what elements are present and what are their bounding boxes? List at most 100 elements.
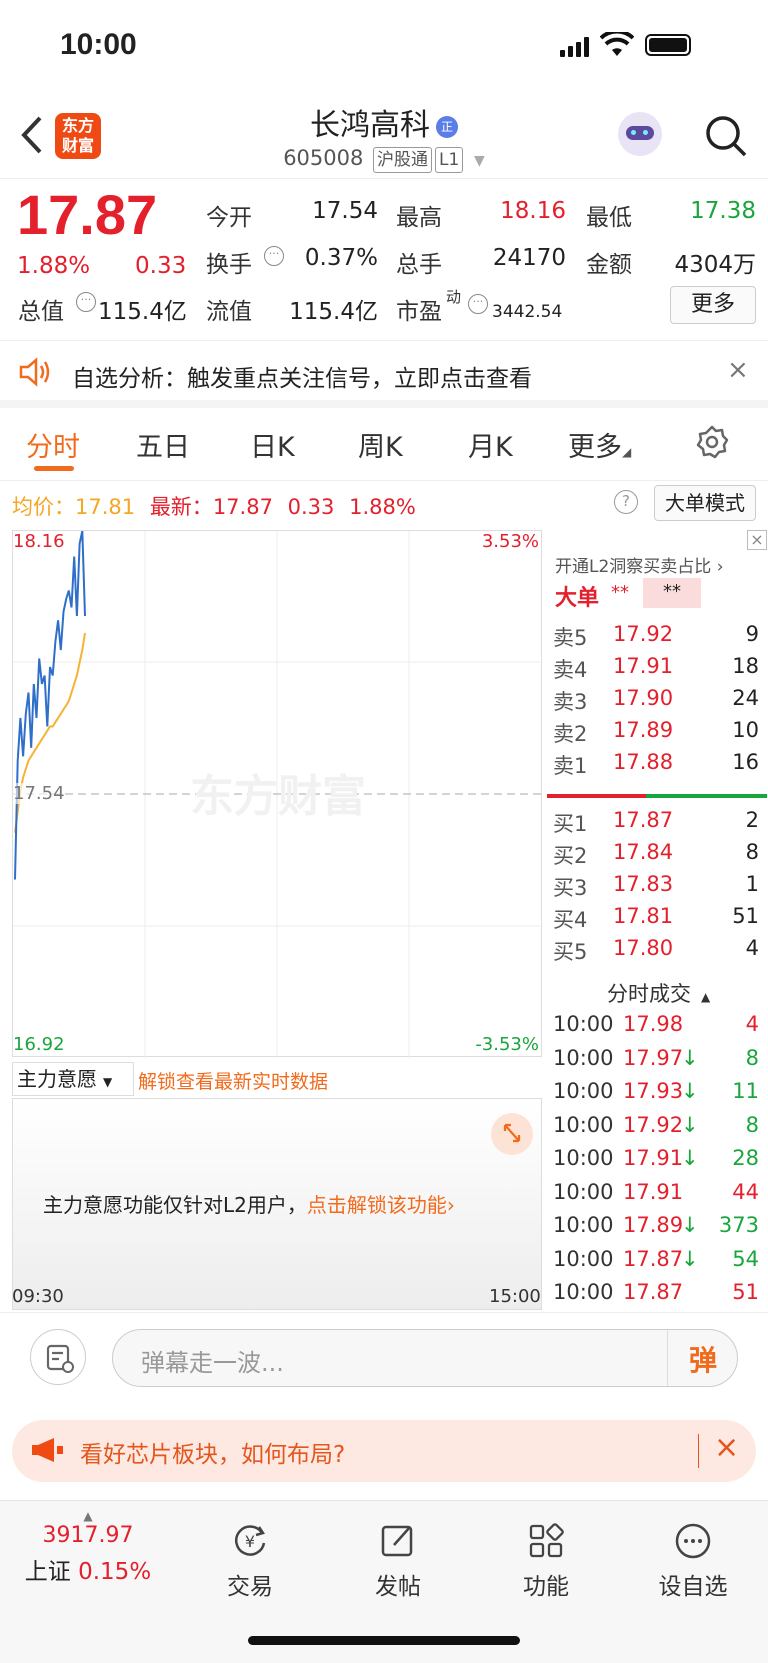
chart-watermark: 东方财富: [190, 771, 366, 822]
bid-row[interactable]: 买3 17.83 1: [545, 872, 765, 904]
ask-row[interactable]: 卖4 17.91 18: [545, 654, 765, 686]
tick-price: 17.93: [623, 1079, 684, 1103]
tick-time: 10:00: [553, 1213, 614, 1237]
big-order-mode-button[interactable]: 大单模式: [654, 485, 756, 521]
danmu-input[interactable]: 弹幕走一波... 弹: [112, 1329, 738, 1387]
verified-badge: 正: [436, 116, 458, 138]
info-dots-icon[interactable]: ···: [468, 294, 488, 314]
nav-post-label: 发帖: [375, 1574, 421, 1600]
current-price: 17.87: [17, 183, 158, 246]
bid-price: 17.83: [613, 872, 674, 896]
ask-row[interactable]: 卖5 17.92 9: [545, 622, 765, 654]
notice-bar[interactable]: 自选分析：触发重点关注信号，立即点击查看 ×: [0, 340, 768, 408]
bid-row[interactable]: 买4 17.81 51: [545, 904, 765, 936]
danmu-settings-icon[interactable]: [30, 1329, 86, 1385]
danmu-send-button[interactable]: 弹: [689, 1339, 717, 1379]
big-order-mask-2: **: [643, 578, 701, 608]
tick-time: 10:00: [553, 1079, 614, 1103]
tick-row: 10:00 17.92 ↓ 8: [545, 1113, 765, 1145]
order-book-panel: × 开通L2洞察买卖占比 › 大单 ** ** 卖5 17.92 9 卖4 17.91 1…: [545, 530, 768, 1310]
tick-arrow: ↓: [681, 1079, 699, 1103]
nav-post[interactable]: 发帖: [343, 1521, 453, 1601]
ask-row[interactable]: 卖3 17.90 24: [545, 686, 765, 718]
pe-label: 市盈: [396, 299, 442, 325]
tag-l1: L1: [435, 147, 464, 173]
tab-daily-k[interactable]: 日K: [250, 425, 295, 464]
latest-price: 17.87: [212, 495, 273, 519]
nav-functions[interactable]: 功能: [491, 1521, 601, 1601]
bid-volume: 8: [745, 840, 759, 864]
unlock-link[interactable]: 解锁查看最新实时数据: [138, 1067, 328, 1094]
mktcap-value: 115.4亿: [98, 299, 187, 325]
info-dots-icon[interactable]: ···: [76, 292, 96, 312]
latest-change: 0.33: [287, 495, 335, 519]
big-order-label: 大单: [555, 586, 600, 611]
bid-row[interactable]: 买1 17.87 2: [545, 808, 765, 840]
open-value: 17.54: [312, 198, 378, 224]
index-up-icon: ▲: [83, 1509, 93, 1523]
unlock-feature-link[interactable]: 点击解锁该功能: [307, 1193, 447, 1217]
y-axis-mid: 17.54: [13, 783, 65, 804]
speaker-icon: [18, 357, 52, 391]
close-icon[interactable]: ×: [747, 530, 767, 550]
more-button[interactable]: 更多: [670, 286, 756, 324]
nav-add-watchlist[interactable]: 设自选: [638, 1521, 748, 1601]
price-line: [14, 531, 86, 880]
bid-volume: 2: [745, 808, 759, 832]
notice-text: 自选分析：触发重点关注信号，立即点击查看: [72, 366, 532, 392]
nav-trade[interactable]: ¥ 交易: [195, 1521, 305, 1601]
gear-icon[interactable]: [694, 424, 730, 464]
ask-label: 卖3: [553, 690, 588, 714]
intraday-chart[interactable]: 东方财富 18.16 17.54 16.92 3.53% -3.53%: [12, 530, 543, 1058]
tick-arrow: ↓: [681, 1213, 699, 1237]
ask-price: 17.88: [613, 750, 674, 774]
search-icon[interactable]: [704, 114, 748, 162]
tick-volume: 4: [745, 1012, 759, 1036]
index-widget[interactable]: ▲ 3917.97 上证 0.15%: [18, 1509, 158, 1586]
amount-value: 4304万: [674, 252, 756, 278]
ask-label: 卖5: [553, 626, 588, 650]
bid-row[interactable]: 买2 17.84 8: [545, 840, 765, 872]
ask-volume: 18: [732, 654, 759, 678]
tab-more[interactable]: 更多◢: [568, 425, 631, 464]
big-order-mask-1: **: [611, 582, 629, 603]
tick-arrow: ↓: [681, 1045, 699, 1070]
ask-price: 17.90: [613, 686, 674, 710]
tick-volume: 8: [745, 1112, 759, 1137]
tick-row: 10:00 17.98 4: [545, 1012, 765, 1044]
expand-icon[interactable]: [491, 1113, 533, 1155]
signal-icon: [560, 37, 590, 57]
tick-volume: 8: [745, 1045, 759, 1070]
ask-label: 卖2: [553, 722, 588, 746]
ask-row[interactable]: 卖2 17.89 10: [545, 718, 765, 750]
main-force-dropdown[interactable]: 主力意愿 ▼: [12, 1062, 134, 1096]
tick-price: 17.87: [623, 1280, 684, 1304]
help-icon[interactable]: ?: [614, 490, 638, 514]
bid-row[interactable]: 买5 17.80 4: [545, 936, 765, 968]
tab-weekly-k[interactable]: 周K: [358, 425, 403, 464]
ask-price: 17.89: [613, 718, 674, 742]
info-dots-icon[interactable]: ···: [264, 246, 284, 266]
latest-pct: 1.88%: [349, 495, 416, 519]
bid-label: 买5: [553, 940, 588, 964]
bid-volume: 1: [745, 872, 759, 896]
index-name: 上证: [24, 1559, 71, 1585]
close-icon[interactable]: ×: [714, 1430, 739, 1465]
ticks-title[interactable]: 分时成交 ▲: [607, 978, 710, 1008]
robot-avatar-icon[interactable]: [618, 112, 662, 156]
tick-arrow: ↓: [681, 1112, 699, 1137]
tick-row: 10:00 17.91 44: [545, 1180, 765, 1212]
tab-intraday[interactable]: 分时: [26, 425, 80, 464]
tab-monthly-k[interactable]: 月K: [468, 425, 513, 464]
bid-label: 买2: [553, 844, 588, 868]
close-icon[interactable]: ×: [727, 355, 749, 385]
tab-five-day[interactable]: 五日: [136, 425, 190, 464]
l2-link[interactable]: 开通L2洞察买卖占比 ›: [555, 552, 724, 577]
ask-row[interactable]: 卖1 17.88 16: [545, 750, 765, 782]
tick-row: 10:00 17.87 ↓ 54: [545, 1247, 765, 1279]
tick-time: 10:00: [553, 1280, 614, 1304]
ad-banner[interactable]: 看好芯片板块，如何布局? ×: [12, 1420, 756, 1482]
x-axis-end: 15:00: [489, 1286, 541, 1307]
index-value: 3917.97: [42, 1523, 134, 1548]
tick-price: 17.91: [623, 1146, 684, 1170]
